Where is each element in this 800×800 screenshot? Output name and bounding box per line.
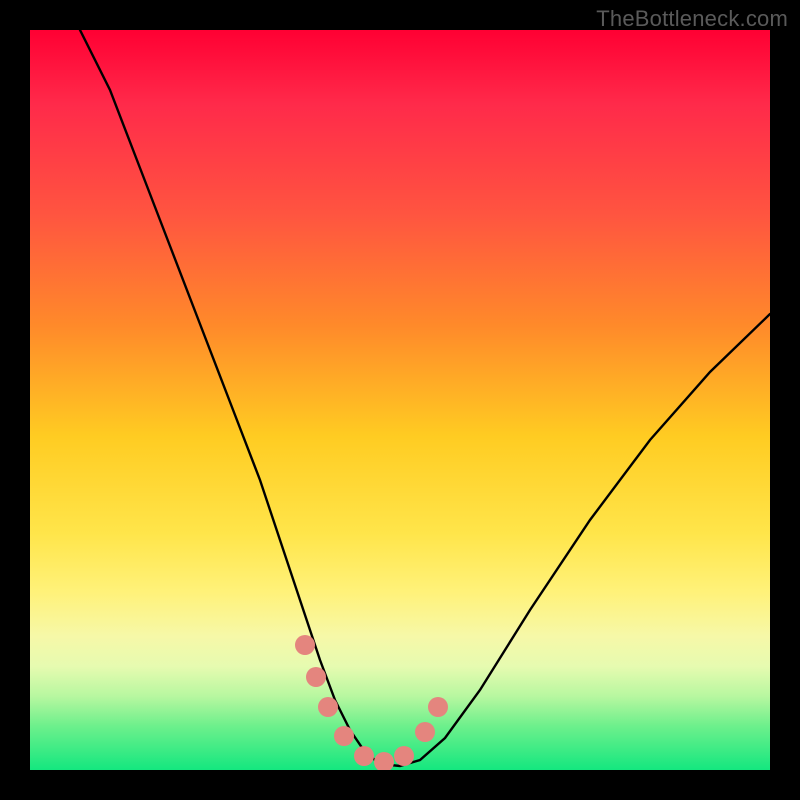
bottleneck-curve bbox=[80, 30, 770, 766]
chart-svg bbox=[30, 30, 770, 770]
dip-dot bbox=[306, 667, 326, 687]
dip-dot bbox=[295, 635, 315, 655]
dip-dot bbox=[374, 752, 394, 770]
dip-dot bbox=[354, 746, 374, 766]
dip-dot bbox=[415, 722, 435, 742]
chart-frame: TheBottleneck.com bbox=[0, 0, 800, 800]
watermark-text: TheBottleneck.com bbox=[596, 6, 788, 32]
dip-dot bbox=[394, 746, 414, 766]
dip-dot bbox=[334, 726, 354, 746]
dip-dot bbox=[318, 697, 338, 717]
plot-area bbox=[30, 30, 770, 770]
dip-dot bbox=[428, 697, 448, 717]
